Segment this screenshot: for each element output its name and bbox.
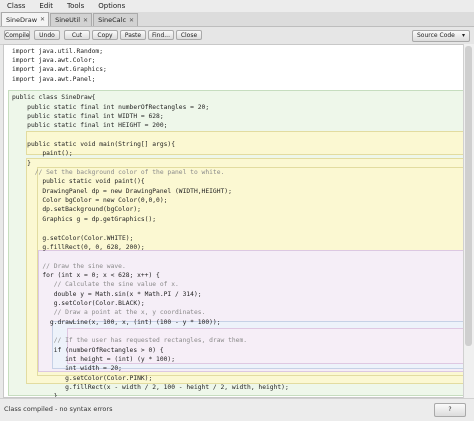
status-message: Class compiled - no syntax errors <box>4 405 113 413</box>
code-line: import java.awt.Color; <box>12 56 96 64</box>
tab-label: SineUtil <box>55 16 81 24</box>
find-button[interactable]: Find... <box>148 30 174 40</box>
toolbar: Compile Undo Cut Copy Paste Find... Clos… <box>0 27 474 45</box>
help-button[interactable]: ? <box>434 403 466 417</box>
code-line: // Draw the sine wave. <box>12 262 126 270</box>
code-line: dp.setBackground(bgColor); <box>12 206 141 214</box>
code-line: Color bgColor = new Color(0,0,0); <box>12 197 168 205</box>
status-bar: Class compiled - no syntax errors ? <box>0 398 474 421</box>
chevron-down-icon: ▾ <box>461 32 465 39</box>
code-line: g.setColor(Color.BLACK); <box>12 299 145 307</box>
code-line: Graphics g = dp.getGraphics(); <box>12 215 157 223</box>
code-line: public static final int WIDTH = 628; <box>12 112 164 120</box>
close-button[interactable]: Close <box>176 30 202 40</box>
tab-bar: SineDraw ✕ SineUtil ✕ SineCalc ✕ <box>0 12 474 27</box>
code-line: public static final int HEIGHT = 200; <box>12 122 168 130</box>
code-line: } <box>12 159 31 167</box>
copy-button[interactable]: Copy <box>92 30 118 40</box>
code-line: DrawingPanel dp = new DrawingPanel (WIDT… <box>12 187 232 195</box>
compile-button[interactable]: Compile <box>4 30 30 40</box>
view-mode-label: Source Code <box>417 32 455 39</box>
code-line: g.fillRect(x - width / 2, 100 - height /… <box>12 384 289 392</box>
menu-edit[interactable]: Edit <box>32 0 60 12</box>
menu-options[interactable]: Options <box>91 0 132 12</box>
tab-sinedraw[interactable]: SineDraw ✕ <box>1 12 50 26</box>
code-line: if (numberOfRectangles > 0) { <box>12 346 164 354</box>
tab-sineutil[interactable]: SineUtil ✕ <box>50 13 93 26</box>
code-line: public static void main(String[] args){ <box>12 141 176 148</box>
close-icon[interactable]: ✕ <box>129 17 134 24</box>
code-line: g.setColor(Color.WHITE); <box>12 234 134 242</box>
code-editor[interactable]: import java.util.Random; import java.awt.… <box>3 44 464 398</box>
tab-label: SineCalc <box>98 16 127 24</box>
code-line: // Draw a point at the x, y coordinates. <box>12 309 206 317</box>
code-line: paint(); <box>12 150 73 158</box>
code-line: g.drawLine(x, 100, x, (int) (100 - y * 1… <box>12 318 221 326</box>
menu-tools[interactable]: Tools <box>60 0 91 12</box>
code-line: import java.awt.Panel; <box>12 75 96 83</box>
code-line: int width = 20; <box>12 365 122 373</box>
cut-button[interactable]: Cut <box>64 30 90 40</box>
view-mode-select[interactable]: Source Code ▾ <box>412 30 470 42</box>
paste-button[interactable]: Paste <box>120 30 146 40</box>
menu-class[interactable]: Class <box>0 0 32 12</box>
close-icon[interactable]: ✕ <box>83 17 88 24</box>
code-line: import java.awt.Graphics; <box>12 66 107 74</box>
code-line: public static void paint(){ <box>12 178 145 186</box>
tab-sinecalc[interactable]: SineCalc ✕ <box>93 13 139 26</box>
tab-label: SineDraw <box>6 15 38 24</box>
scrollbar-thumb[interactable] <box>465 46 472 346</box>
code-line: double y = Math.sin(x * Math.PI / 314); <box>12 290 202 298</box>
undo-button[interactable]: Undo <box>34 30 60 40</box>
code-line: for (int x = 0; x < 628; x++) { <box>12 271 160 279</box>
close-icon[interactable]: ✕ <box>40 16 45 23</box>
code-line: // If the user has requested rectangles,… <box>12 337 248 345</box>
code-line: public class SineDraw{ <box>12 94 96 102</box>
code-line: import java.util.Random; <box>12 47 103 55</box>
code-line: int height = (int) (y * 100); <box>12 356 176 364</box>
code-line: g.setColor(Color.PINK); <box>12 374 153 382</box>
code-line: g.fillRect(0, 0, 628, 200); <box>12 243 145 251</box>
vertical-scrollbar[interactable] <box>463 44 474 398</box>
code-line: // Calculate the sine value of x. <box>12 281 179 289</box>
code-line: // Set the background color of the panel… <box>12 169 225 177</box>
code-line: public static final int numberOfRectangl… <box>12 103 210 111</box>
